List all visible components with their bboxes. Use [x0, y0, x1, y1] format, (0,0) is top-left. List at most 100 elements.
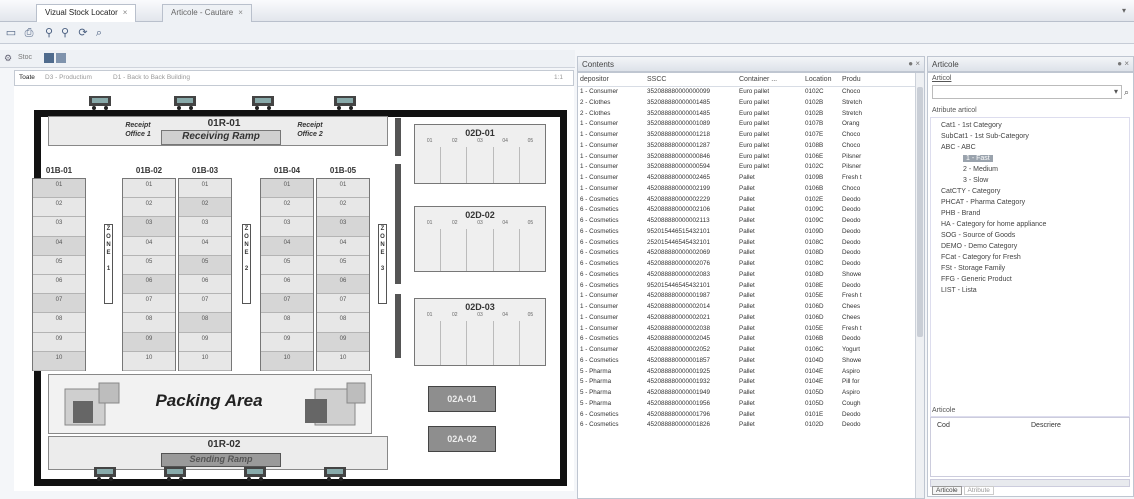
area-02a-02[interactable]: 02A-02 [428, 426, 496, 452]
shelf-cell[interactable]: 02 [317, 198, 369, 218]
shelf-cell[interactable]: 09 [123, 332, 175, 352]
shelf-cell[interactable]: 08 [179, 313, 231, 333]
search-icon[interactable]: ⌕ [1124, 87, 1129, 98]
table-row[interactable]: 6 - Cosmetics 452088880000001796 Pallet 010… [578, 410, 924, 421]
table-row[interactable]: 1 - Consumer 352088880000001089 Euro palle… [578, 119, 924, 130]
table-row[interactable]: 6 - Cosmetics 452088880000002076 Pallet 010… [578, 259, 924, 270]
tree-item[interactable]: SubCat1 - 1st Sub-Category [941, 133, 1029, 140]
table-row[interactable]: 6 - Cosmetics 452088880000002083 Pallet 010… [578, 270, 924, 281]
area-02a-01[interactable]: 02A-01 [428, 386, 496, 412]
shelf-cell[interactable]: 09 [317, 332, 369, 352]
tab-toate[interactable]: Toate [19, 74, 35, 81]
shelf-cell[interactable]: 01 [179, 179, 231, 199]
shelf-cell[interactable]: 01 [33, 179, 85, 199]
col-product[interactable]: Produ [840, 73, 872, 86]
shelf-cell[interactable]: 01 [261, 179, 313, 199]
shelf-cell[interactable]: 10 [179, 352, 231, 371]
shelf-01b-02[interactable]: 01 02 03 04 05 06 07 08 09 10 [122, 178, 176, 371]
pin-icon[interactable]: ● × [908, 59, 920, 68]
stock-label[interactable]: Stoc [18, 54, 32, 61]
shelf-cell[interactable]: 10 [123, 352, 175, 371]
refresh-icon[interactable]: ⟳ [76, 26, 90, 40]
table-row[interactable]: 6 - Cosmetics 452088880000001826 Pallet 010… [578, 420, 924, 431]
table-row[interactable]: 6 - Cosmetics 452088880000002229 Pallet 010… [578, 195, 924, 206]
shelf-01b-03[interactable]: 01 02 03 04 05 06 07 08 09 10 [178, 178, 232, 371]
packing-area[interactable]: Packing Area [48, 374, 372, 434]
shelf-cell[interactable]: 07 [179, 294, 231, 314]
col-container[interactable]: Container ... [737, 73, 803, 86]
shelf-cell[interactable]: 08 [123, 313, 175, 333]
tree-item[interactable]: HA - Category for home appliance [941, 221, 1046, 228]
tab-articole-cautare[interactable]: Articole - Cautare × [162, 4, 252, 22]
shelf-cell[interactable]: 06 [33, 275, 85, 295]
shelf-cell[interactable]: 10 [261, 351, 313, 371]
shelf-cell[interactable]: 03 [317, 217, 369, 237]
table-row[interactable]: 5 - Pharma 452088880000001949 Pallet 0105D A… [578, 388, 924, 399]
zoom-level[interactable]: 1:1 [554, 74, 563, 81]
shelf-cell[interactable]: 03 [261, 217, 313, 237]
shelf-cell[interactable]: 08 [261, 313, 313, 333]
tree-item[interactable]: PHB - Brand [941, 210, 980, 217]
grid-icon[interactable] [44, 53, 54, 63]
shelf-cell[interactable]: 06 [261, 275, 313, 295]
table-row[interactable]: 2 - Clothes 352088880000001485 Euro pallet… [578, 98, 924, 109]
table-row[interactable]: 1 - Consumer 352088880000000099 Euro palle… [578, 87, 924, 98]
tree-item[interactable]: 1 - Fast [963, 155, 993, 162]
table-row[interactable]: 6 - Cosmetics 952015446545432101 Pallet 010… [578, 281, 924, 292]
table-row[interactable]: 5 - Pharma 452088880000001956 Pallet 0105D C… [578, 399, 924, 410]
table-row[interactable]: 1 - Consumer 352088880000000594 Euro palle… [578, 162, 924, 173]
table-row[interactable]: 1 - Consumer 452088880000002021 Pallet 0106… [578, 313, 924, 324]
shelf-cell[interactable]: 02 [33, 198, 85, 218]
tree-item[interactable]: CatCTY - Category [941, 188, 1000, 195]
shelf-cell[interactable]: 07 [123, 294, 175, 314]
shelf-cell[interactable]: 05 [261, 256, 313, 275]
table-row[interactable]: 1 - Consumer 452088880000002052 Pallet 0106… [578, 345, 924, 356]
shelf-cell[interactable]: 05 [123, 256, 175, 275]
chevron-down-icon[interactable]: ▾ [1122, 6, 1126, 15]
tree-item[interactable]: DEMO - Demo Category [941, 243, 1017, 250]
table-row[interactable]: 5 - Pharma 452088880000001925 Pallet 0104E A… [578, 367, 924, 378]
shelf-cell[interactable]: 04 [123, 237, 175, 256]
shelf-cell[interactable]: 09 [179, 333, 231, 352]
table-row[interactable]: 1 - Consumer 352088880000000846 Euro palle… [578, 152, 924, 163]
shelf-cell[interactable]: 10 [33, 351, 85, 371]
shelf-cell[interactable]: 08 [317, 313, 369, 333]
tab-articole[interactable]: Articole [932, 486, 962, 495]
list-icon[interactable] [56, 53, 66, 63]
print-icon[interactable]: ⎙ [22, 26, 36, 40]
shelf-cell[interactable]: 06 [123, 274, 175, 295]
receiving-area[interactable]: Receipt Office 1 01R-01 Receiving Ramp R… [48, 116, 388, 146]
tab-back-to-back[interactable]: D1 - Back to Back Building [113, 74, 190, 81]
table-row[interactable]: 1 - Consumer 352088880000001218 Euro palle… [578, 130, 924, 141]
shelf-cell[interactable]: 04 [33, 236, 85, 256]
table-row[interactable]: 1 - Consumer 452088880000001987 Pallet 0105… [578, 291, 924, 302]
shelf-cell[interactable]: 02 [261, 198, 313, 218]
shelf-cell[interactable]: 04 [261, 236, 313, 256]
col-cod[interactable]: Cod [937, 422, 950, 429]
gear-icon[interactable]: ⚙ [4, 53, 12, 64]
tab-productium[interactable]: D3 - Productium [45, 74, 92, 81]
shelf-cell[interactable]: 06 [317, 274, 369, 295]
table-row[interactable]: 6 - Cosmetics 452088880000002106 Pallet 010… [578, 205, 924, 216]
shelf-cell[interactable]: 07 [33, 294, 85, 314]
shelf-cell[interactable]: 02 [123, 198, 175, 218]
table-row[interactable]: 6 - Cosmetics 452088880000001857 Pallet 010… [578, 356, 924, 367]
shelf-cell[interactable]: 09 [33, 333, 85, 352]
shelf-cell[interactable]: 08 [33, 313, 85, 333]
tab-visual-stock-locator[interactable]: Vizual Stock Locator × [36, 4, 137, 22]
shelf-cell[interactable]: 03 [179, 217, 231, 237]
tree-item[interactable]: 3 - Slow [963, 177, 988, 184]
sending-area[interactable]: 01R-02 Sending Ramp [48, 436, 388, 470]
shelf-cell[interactable]: 07 [261, 294, 313, 314]
table-row[interactable]: 1 - Consumer 352088880000001287 Euro palle… [578, 141, 924, 152]
table-row[interactable]: 6 - Cosmetics 952015446515432101 Pallet 010… [578, 227, 924, 238]
col-location[interactable]: Location [803, 73, 840, 86]
shelf-cell[interactable]: 10 [317, 352, 369, 371]
tree-item[interactable]: Cat1 - 1st Category [941, 122, 1002, 129]
col-depositor[interactable]: depositor [578, 73, 645, 86]
articol-select[interactable]: ▾ [932, 85, 1122, 99]
table-row[interactable]: 1 - Consumer 452088880000002199 Pallet 0106… [578, 184, 924, 195]
shelf-cell[interactable]: 02 [179, 198, 231, 218]
shelf-01b-05[interactable]: 01 02 03 04 05 06 07 08 09 10 [316, 178, 370, 371]
shelf-cell[interactable]: 09 [261, 333, 313, 352]
